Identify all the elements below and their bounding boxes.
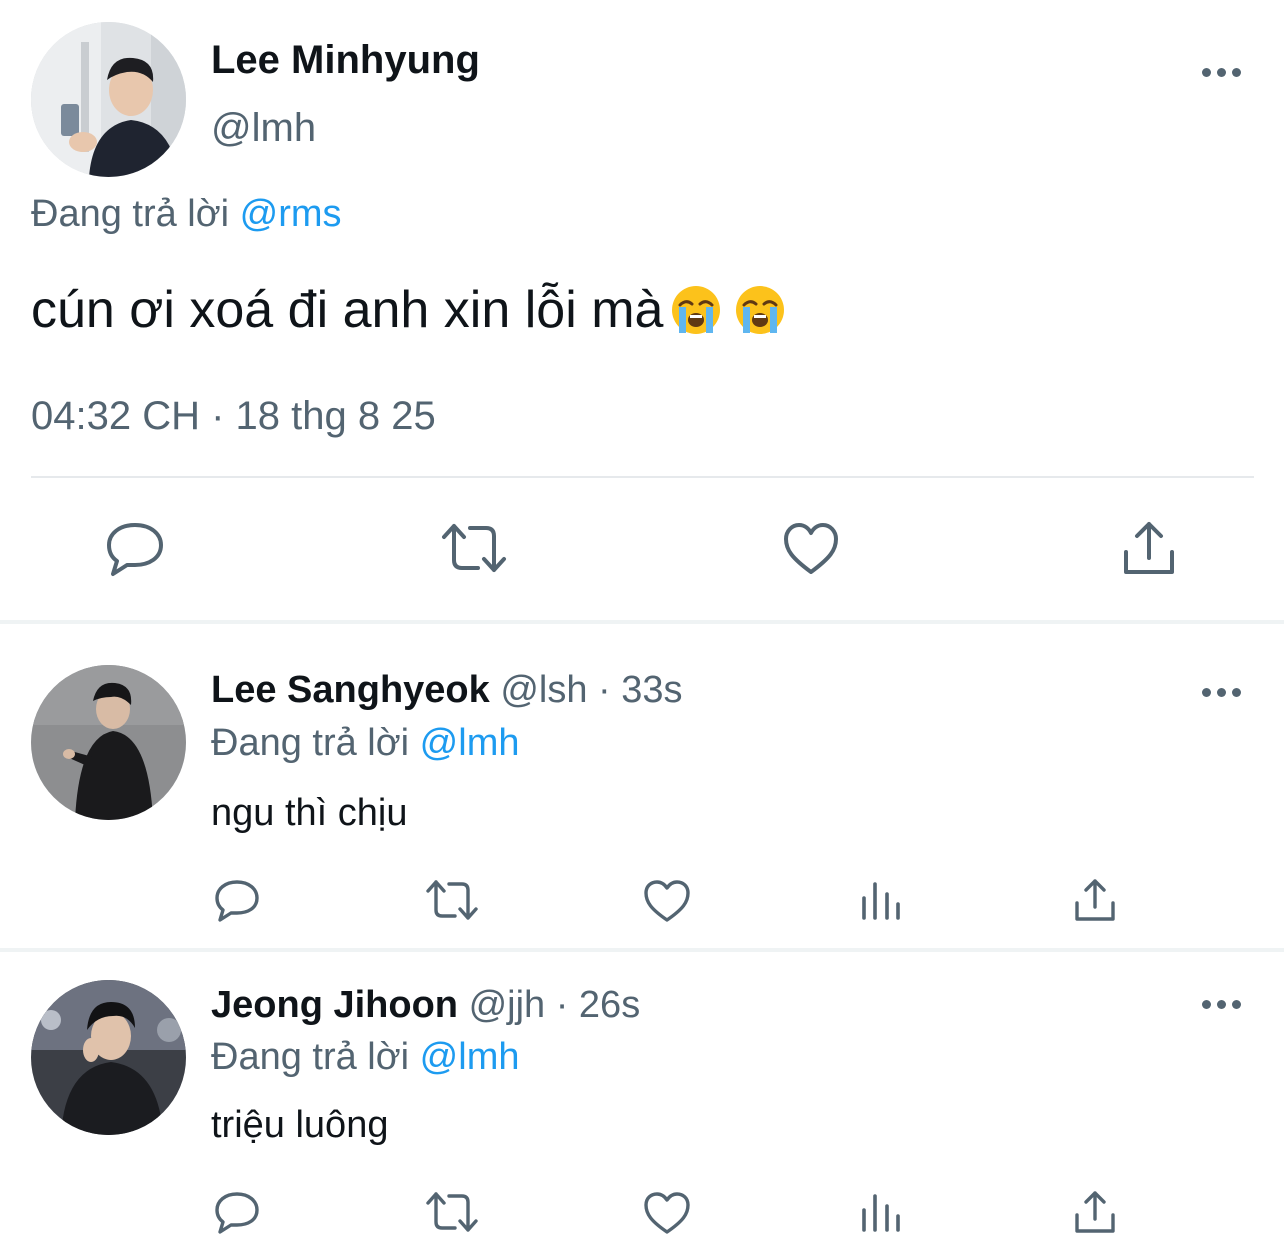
replying-to-label: Đang trả lời <box>31 193 230 235</box>
avatar-photo <box>31 980 186 1135</box>
divider <box>31 476 1254 478</box>
retweet-icon[interactable] <box>425 1191 479 1233</box>
tweet-text: cún ơi xoá đi anh xin lỗi mà <box>31 280 787 340</box>
replying-to: Đang trả lời @lmh <box>211 1036 519 1079</box>
tweet-thread-page: Lee Minhyung @lmh Đang trả lời @rms cún … <box>0 0 1284 1253</box>
replying-to-mention[interactable]: @rms <box>240 193 342 235</box>
author-meta[interactable]: @lsh · 33s <box>500 669 682 711</box>
author-handle[interactable]: @lmh <box>211 106 316 151</box>
retweet-icon[interactable] <box>440 522 508 574</box>
replying-to-mention[interactable]: @lmh <box>420 722 520 764</box>
reply-icon[interactable] <box>105 520 165 578</box>
replying-to: Đang trả lời @lmh <box>211 722 519 765</box>
views-icon[interactable] <box>860 1192 902 1232</box>
author-name[interactable]: Jeong Jihoon <box>211 984 458 1026</box>
replying-to: Đang trả lời @rms <box>31 193 342 236</box>
views-icon[interactable] <box>860 880 902 920</box>
reply-tweet: Lee Sanghyeok @lsh · 33s Đang trả lời @l… <box>0 624 1284 948</box>
author-meta[interactable]: @jjh · 26s <box>469 984 641 1026</box>
like-icon[interactable] <box>643 879 691 923</box>
tweet-text-content: cún ơi xoá đi anh xin lỗi mà <box>31 281 664 339</box>
like-icon[interactable] <box>782 522 840 576</box>
loudly-crying-face-icon <box>733 283 787 337</box>
reply-tweet: Jeong Jihoon @jjh · 26s Đang trả lời @lm… <box>0 952 1284 1253</box>
reply-header: Lee Sanghyeok @lsh · 33s <box>211 669 683 712</box>
replying-to-label: Đang trả lời <box>211 722 410 764</box>
retweet-icon[interactable] <box>425 879 479 921</box>
share-icon[interactable] <box>1074 878 1116 922</box>
reply-icon[interactable] <box>214 1190 260 1236</box>
avatar[interactable] <box>31 22 186 177</box>
more-options-icon[interactable] <box>1202 1000 1241 1009</box>
author-name[interactable]: Lee Minhyung <box>211 38 480 83</box>
more-options-icon[interactable] <box>1202 688 1241 697</box>
tweet-timestamp[interactable]: 04:32 CH · 18 thg 8 25 <box>31 394 436 439</box>
avatar[interactable] <box>31 980 186 1135</box>
loudly-crying-face-icon <box>669 283 723 337</box>
avatar[interactable] <box>31 665 186 820</box>
share-icon[interactable] <box>1074 1190 1116 1234</box>
author-name[interactable]: Lee Sanghyeok <box>211 669 490 711</box>
reply-icon[interactable] <box>214 878 260 924</box>
avatar-photo <box>31 22 186 177</box>
tweet-text: ngu thì chịu <box>211 792 408 834</box>
avatar-photo <box>31 665 186 820</box>
replying-to-label: Đang trả lời <box>211 1036 410 1078</box>
tweet-text: triệu luông <box>211 1104 389 1146</box>
replying-to-mention[interactable]: @lmh <box>420 1036 520 1078</box>
more-options-icon[interactable] <box>1202 68 1241 77</box>
main-tweet: Lee Minhyung @lmh Đang trả lời @rms cún … <box>0 0 1284 620</box>
share-icon[interactable] <box>1122 520 1176 576</box>
like-icon[interactable] <box>643 1191 691 1235</box>
reply-header: Jeong Jihoon @jjh · 26s <box>211 984 640 1027</box>
